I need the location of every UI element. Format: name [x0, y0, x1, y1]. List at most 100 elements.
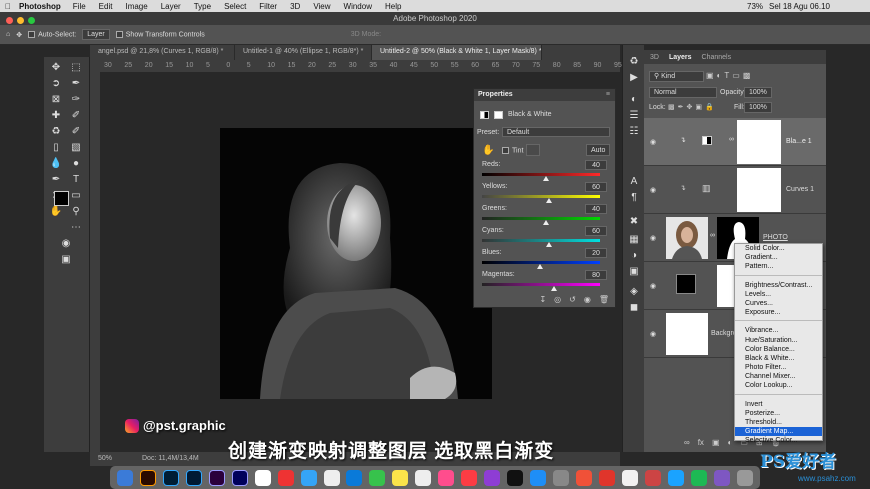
channels-panel-icon[interactable]: ◼: [626, 301, 642, 315]
menu-item-gradient[interactable]: Gradient...: [735, 253, 822, 262]
menu-item-photo-filter[interactable]: Photo Filter...: [735, 363, 822, 372]
link-layers-icon[interactable]: ∞: [684, 438, 690, 447]
slider-track[interactable]: [482, 173, 600, 176]
menu-type[interactable]: Type: [194, 2, 211, 11]
menu-item-vibrance[interactable]: Vibrance...: [735, 326, 822, 335]
slider-reds[interactable]: Reds: 40: [482, 160, 607, 181]
fx-icon[interactable]: fx: [698, 438, 704, 447]
filter-icons[interactable]: ▣◐T▭▩: [706, 71, 753, 80]
app-icon-7[interactable]: [713, 469, 730, 486]
app-icon-2[interactable]: [598, 469, 615, 486]
pen-tool-icon[interactable]: ✒: [48, 173, 64, 187]
slider-thumb[interactable]: [542, 176, 549, 181]
screen-mode-icon[interactable]: ▣: [58, 253, 74, 267]
foreground-color-swatch[interactable]: [54, 191, 69, 206]
menu-window[interactable]: Window: [344, 2, 372, 11]
trash-icon[interactable]: [736, 469, 753, 486]
auto-select-checkbox[interactable]: Auto-Select:: [28, 30, 76, 38]
panel-menu-icon[interactable]: ≡: [606, 91, 610, 98]
apple-icon[interactable]: : [5, 2, 11, 11]
tab-channels[interactable]: Channels: [702, 54, 732, 61]
photos-icon[interactable]: [438, 469, 455, 486]
photo-thumbnail[interactable]: [666, 217, 708, 259]
history-brush-icon[interactable]: ✐: [68, 125, 84, 139]
lightroom-icon[interactable]: [185, 469, 202, 486]
eye-icon[interactable]: ◉: [650, 330, 656, 338]
slider-value-field[interactable]: 80: [585, 270, 607, 280]
reset-icon[interactable]: ↺: [569, 295, 576, 304]
document-canvas-image[interactable]: [220, 128, 492, 399]
menu-filter[interactable]: Filter: [259, 2, 277, 11]
history-panel-icon[interactable]: ♻: [626, 55, 642, 69]
slider-magentas[interactable]: Magentas: 80: [482, 270, 607, 291]
preset-dropdown[interactable]: Default: [502, 127, 610, 137]
opacity-field[interactable]: 100%: [744, 87, 772, 98]
blend-mode-dropdown[interactable]: Normal: [649, 87, 717, 98]
menu-item-threshold[interactable]: Threshold...: [735, 418, 822, 427]
libraries-panel-icon[interactable]: ☷: [626, 125, 642, 139]
kind-filter-dropdown[interactable]: ⚲ Kind: [649, 71, 704, 82]
menu-edit[interactable]: Edit: [99, 2, 113, 11]
more-tools-icon[interactable]: ⋯: [68, 221, 84, 235]
calendar-icon[interactable]: [415, 469, 432, 486]
appletv-icon[interactable]: [507, 469, 524, 486]
slider-thumb[interactable]: [542, 220, 549, 225]
gradient-tool-icon[interactable]: ▧: [68, 141, 84, 155]
eye-icon[interactable]: ◉: [650, 234, 656, 242]
creative-cloud-icon[interactable]: [277, 469, 294, 486]
tab-layers[interactable]: Layers: [669, 54, 692, 61]
app-icon-1[interactable]: [576, 469, 593, 486]
marquee-tool-icon[interactable]: ⬚: [68, 61, 84, 75]
menu-item-brightness-contrast[interactable]: Brightness/Contrast...: [735, 281, 822, 290]
menu-item-color-lookup[interactable]: Color Lookup...: [735, 381, 822, 390]
mask-icon[interactable]: [494, 111, 503, 119]
slider-thumb[interactable]: [546, 198, 553, 203]
menu-item-invert[interactable]: Invert: [735, 400, 822, 409]
view-previous-icon[interactable]: ◎: [554, 295, 561, 304]
tab-untitled-2[interactable]: Untitled-2 @ 50% (Black & White 1, Layer…: [372, 45, 542, 60]
podcasts-icon[interactable]: [484, 469, 501, 486]
layer-name[interactable]: Curves 1: [786, 186, 814, 193]
menu-item-pattern[interactable]: Pattern...: [735, 262, 822, 271]
move-tool-icon[interactable]: ✥: [16, 31, 22, 39]
music-icon[interactable]: [461, 469, 478, 486]
audition-icon[interactable]: [231, 469, 248, 486]
crop-tool-icon[interactable]: ⊠: [48, 93, 64, 107]
quick-mask-icon[interactable]: ◉: [58, 237, 74, 251]
brush-tool-icon[interactable]: ✐: [68, 109, 84, 123]
app-menu[interactable]: Photoshop: [19, 2, 61, 11]
move-tool-icon[interactable]: ✥: [48, 61, 64, 75]
character-panel-icon[interactable]: A: [626, 175, 642, 189]
swatches-panel-icon[interactable]: ▦: [626, 233, 642, 247]
notes-icon[interactable]: [392, 469, 409, 486]
styles-panel-icon[interactable]: ▣: [626, 265, 642, 279]
slider-yellows[interactable]: Yellows: 60: [482, 182, 607, 203]
layer-select-dropdown[interactable]: Layer: [82, 29, 110, 40]
app-icon-4[interactable]: [644, 469, 661, 486]
slider-track[interactable]: [482, 195, 600, 198]
lock-icons[interactable]: ▩✒✥▣🔒: [668, 103, 717, 111]
navigator-panel-icon[interactable]: ◈: [626, 285, 642, 299]
tint-checkbox[interactable]: Tint: [502, 147, 523, 154]
background-thumbnail[interactable]: [666, 313, 708, 355]
slider-thumb[interactable]: [536, 264, 543, 269]
layer-name[interactable]: PHOTO: [763, 234, 788, 241]
app-icon-3[interactable]: [621, 469, 638, 486]
settings-icon[interactable]: [553, 469, 570, 486]
slider-cyans[interactable]: Cyans: 60: [482, 226, 607, 247]
menu-item-hue-saturation[interactable]: Hue/Saturation...: [735, 336, 822, 345]
dodge-tool-icon[interactable]: ●: [68, 157, 84, 171]
appstore-icon[interactable]: [530, 469, 547, 486]
delete-icon[interactable]: 🗑: [599, 295, 609, 304]
app-icon-6[interactable]: [690, 469, 707, 486]
edge-icon[interactable]: [346, 469, 363, 486]
quick-select-tool-icon[interactable]: ✒: [68, 77, 84, 91]
healing-tool-icon[interactable]: ✚: [48, 109, 64, 123]
menu-item-posterize[interactable]: Posterize...: [735, 409, 822, 418]
menu-help[interactable]: Help: [385, 2, 401, 11]
whatsapp-icon[interactable]: [369, 469, 386, 486]
layer-mask-thumbnail[interactable]: [737, 120, 781, 164]
layer-name[interactable]: Backgro: [711, 330, 737, 337]
menu-item-selective-color[interactable]: Selective Color...: [735, 436, 822, 445]
slider-track[interactable]: [482, 217, 600, 220]
